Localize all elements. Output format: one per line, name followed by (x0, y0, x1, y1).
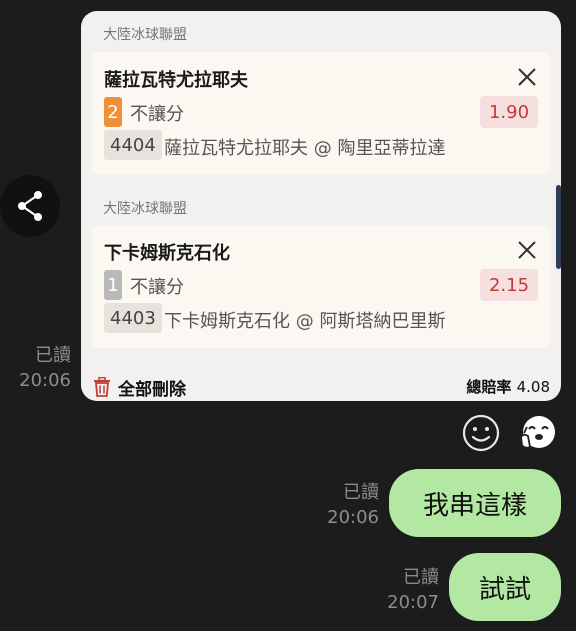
bet-item: 下卡姆斯克石化 1 不讓分 2.15 4403 下卡姆斯克石化 @ 阿斯塔納巴里… (92, 225, 550, 348)
message-bubble[interactable]: 試試 (449, 553, 561, 621)
total-odds-label: 總賠率 (466, 378, 512, 396)
share-icon (18, 191, 42, 221)
read-label: 已讀 (35, 345, 71, 366)
message-time: 20:06 (327, 507, 379, 528)
delete-all-button[interactable]: 全部刪除 (118, 375, 186, 400)
bet-team: 下卡姆斯克石化 (104, 243, 230, 264)
match-code: 4404 (104, 130, 162, 160)
bet-slip-footer: 全部刪除 總賠率 4.08 (81, 373, 561, 401)
bet-type: 不讓分 (130, 277, 184, 298)
bet-badge: 2 (104, 97, 122, 127)
read-receipt: 已讀 20:07 (378, 565, 439, 615)
trash-icon[interactable] (93, 377, 111, 397)
message-text: 我串這樣 (422, 490, 527, 521)
sticker-icon[interactable] (518, 413, 558, 453)
league-label: 大陸冰球聯盟 (103, 27, 187, 43)
read-label: 已讀 (343, 482, 379, 503)
message-time: 20:07 (387, 592, 439, 613)
odds-value[interactable]: 1.90 (480, 96, 538, 128)
smiley-icon[interactable] (461, 413, 501, 453)
message-text: 試試 (478, 574, 531, 605)
total-odds: 總賠率 4.08 (466, 376, 550, 397)
odds-value[interactable]: 2.15 (480, 269, 538, 301)
bet-slip-card: 大陸冰球聯盟 薩拉瓦特尤拉耶夫 2 不讓分 1.90 4404 薩拉瓦特尤拉耶夫… (81, 11, 561, 401)
close-icon[interactable] (516, 66, 538, 88)
match-name: 下卡姆斯克石化 @ 阿斯塔納巴里斯 (164, 311, 446, 332)
bet-team: 薩拉瓦特尤拉耶夫 (104, 70, 248, 91)
bet-item: 薩拉瓦特尤拉耶夫 2 不讓分 1.90 4404 薩拉瓦特尤拉耶夫 @ 陶里亞蒂… (92, 52, 550, 175)
read-receipt: 已讀 20:06 (318, 480, 379, 530)
read-label: 已讀 (403, 567, 439, 588)
close-icon[interactable] (516, 239, 538, 261)
scrollbar[interactable] (556, 185, 561, 269)
read-receipt: 已讀 20:06 (10, 343, 71, 393)
bet-type: 不讓分 (130, 104, 184, 125)
message-time: 20:06 (19, 370, 71, 391)
match-code: 4403 (104, 303, 162, 333)
share-button[interactable] (0, 175, 60, 237)
match-name: 薩拉瓦特尤拉耶夫 @ 陶里亞蒂拉達 (164, 138, 446, 159)
message-bubble[interactable]: 我串這樣 (389, 469, 561, 537)
total-odds-value: 4.08 (516, 378, 550, 396)
bet-badge: 1 (104, 270, 122, 300)
league-label: 大陸冰球聯盟 (103, 201, 187, 217)
